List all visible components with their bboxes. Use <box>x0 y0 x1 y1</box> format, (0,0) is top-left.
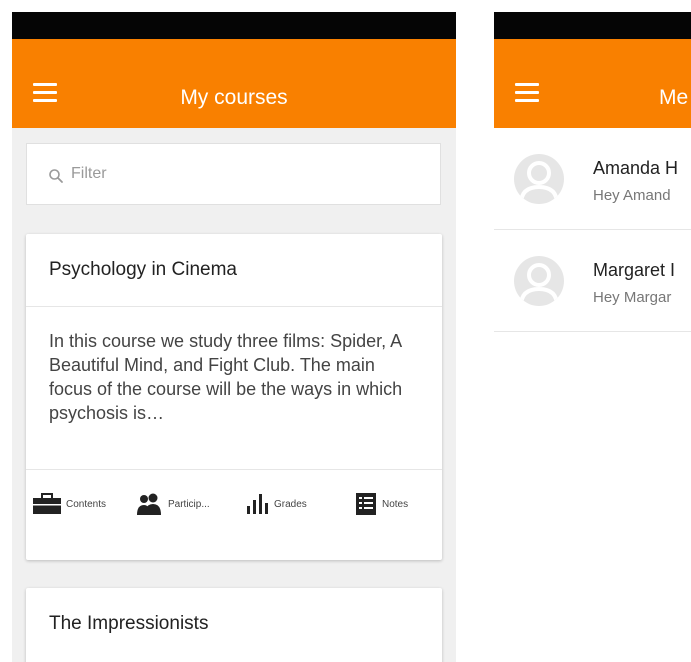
message-preview: Hey Amand <box>593 187 671 204</box>
course-summary: In this course we study three films: Spi… <box>26 307 442 470</box>
message-item[interactable]: Amanda H Hey Amand <box>494 128 691 230</box>
page-title: My courses <box>180 86 288 109</box>
status-bar <box>494 12 691 39</box>
notes-button[interactable]: Notes <box>354 492 408 516</box>
messages-screen: Me Amanda H Hey Amand Margaret I Hey Mar… <box>494 12 691 662</box>
message-preview: Hey Margar <box>593 289 672 306</box>
participants-label: Particip... <box>168 498 210 510</box>
default-user-icon <box>519 161 559 204</box>
contact-name: Margaret I <box>593 260 676 280</box>
search-icon <box>49 169 63 183</box>
my-courses-screen: My courses Psychology in Cinema In this … <box>12 12 456 662</box>
avatar <box>514 256 564 306</box>
hamburger-menu-icon[interactable] <box>515 83 543 103</box>
grades-button[interactable]: Grades <box>246 492 307 516</box>
app-bar: Me <box>494 39 691 128</box>
participants-icon <box>137 493 161 515</box>
course-actions: Contents Particip... Grades Notes <box>26 470 442 532</box>
briefcase-icon <box>33 493 61 514</box>
participants-button[interactable]: Particip... <box>136 492 210 516</box>
app-bar: My courses <box>12 39 456 128</box>
course-title[interactable]: The Impressionists <box>26 588 442 660</box>
page-title: Me <box>659 86 689 109</box>
contents-label: Contents <box>66 498 107 510</box>
contact-name: Amanda H <box>593 158 679 178</box>
contents-button[interactable]: Contents <box>32 492 106 516</box>
notes-icon <box>356 493 376 515</box>
course-card: The Impressionists <box>26 588 442 662</box>
filter-input[interactable] <box>71 160 411 188</box>
avatar <box>514 154 564 204</box>
course-title[interactable]: Psychology in Cinema <box>26 234 442 307</box>
default-user-icon <box>519 263 559 306</box>
course-card: Psychology in Cinema In this course we s… <box>26 234 442 560</box>
filter-box[interactable] <box>26 143 441 205</box>
bar-chart-icon <box>247 494 268 514</box>
status-bar <box>12 12 456 39</box>
grades-label: Grades <box>274 498 307 510</box>
notes-label: Notes <box>382 498 409 510</box>
message-item[interactable]: Margaret I Hey Margar <box>494 230 691 332</box>
